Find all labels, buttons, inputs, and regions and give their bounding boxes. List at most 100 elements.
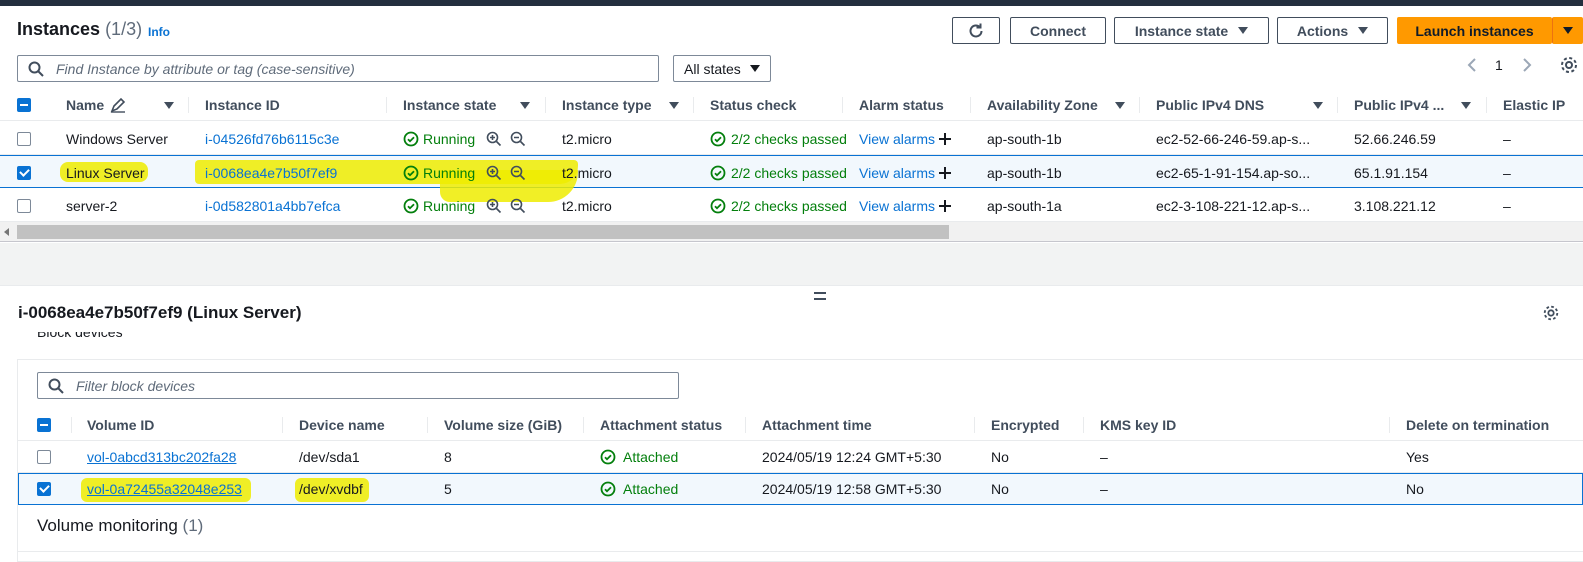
sort-icon[interactable]	[520, 89, 530, 121]
plus-icon[interactable]	[938, 156, 952, 189]
instance-id-link[interactable]: i-0d582801a4bb7efca	[205, 189, 340, 222]
column-divider[interactable]	[545, 97, 546, 113]
select-all-checkbox[interactable]	[17, 89, 31, 121]
info-link[interactable]: Info	[148, 25, 170, 39]
column-divider[interactable]	[745, 417, 746, 433]
column-divider[interactable]	[71, 417, 72, 433]
plus-icon[interactable]	[938, 189, 952, 222]
drag-handle-icon[interactable]	[813, 291, 827, 301]
volume-row-selected[interactable]: vol-0a72455a32048e253 /dev/xvdbf 5 Attac…	[18, 473, 1583, 505]
col-device-name[interactable]: Device name	[299, 409, 385, 441]
row-checkbox[interactable]	[17, 156, 31, 189]
public-ipv4: 52.66.246.59	[1354, 130, 1436, 147]
status-check: 2/2 checks passed	[710, 122, 847, 155]
column-divider[interactable]	[1389, 417, 1390, 433]
column-divider[interactable]	[693, 97, 694, 113]
col-volume-size[interactable]: Volume size (GiB)	[444, 409, 562, 441]
column-divider[interactable]	[970, 97, 971, 113]
zoom-in-icon[interactable]	[486, 122, 502, 155]
table-row[interactable]: Windows Server i-04526fd76b6115c3e Runni…	[0, 122, 1583, 155]
col-attachment-time[interactable]: Attachment time	[762, 409, 872, 441]
col-instance-state[interactable]: Instance state	[403, 89, 496, 121]
select-all-checkbox[interactable]	[37, 409, 51, 441]
connect-button[interactable]: Connect	[1010, 17, 1106, 44]
col-availability-zone[interactable]: Availability Zone	[987, 89, 1098, 121]
volume-id-link[interactable]: vol-0abcd313bc202fa28	[87, 441, 236, 472]
column-divider[interactable]	[1083, 417, 1084, 433]
next-page-icon[interactable]	[1521, 57, 1533, 73]
column-divider[interactable]	[1337, 97, 1338, 113]
zoom-in-icon[interactable]	[486, 156, 502, 189]
scroll-left-icon[interactable]	[4, 228, 9, 236]
gear-icon[interactable]	[1559, 55, 1579, 75]
elastic-ip: –	[1503, 130, 1511, 147]
section-toggle[interactable]: Block devices	[0, 332, 1583, 346]
plus-icon[interactable]	[938, 122, 952, 155]
col-volume-id[interactable]: Volume ID	[87, 409, 154, 441]
col-kms-key[interactable]: KMS key ID	[1100, 409, 1176, 441]
row-checkbox[interactable]	[17, 122, 31, 155]
sort-icon[interactable]	[1313, 89, 1323, 121]
table-row[interactable]: server-2 i-0d582801a4bb7efca Running t2.…	[0, 189, 1583, 222]
col-public-ipv4[interactable]: Public IPv4 ...	[1354, 89, 1444, 121]
column-divider[interactable]	[386, 97, 387, 113]
row-checkbox[interactable]	[17, 189, 31, 222]
zoom-in-icon[interactable]	[486, 189, 502, 222]
attachment-time: 2024/05/19 12:24 GMT+5:30	[762, 448, 942, 465]
col-status-check[interactable]: Status check	[710, 89, 796, 121]
col-elastic-ip[interactable]: Elastic IP	[1503, 89, 1565, 121]
view-alarms-link[interactable]: View alarms	[859, 189, 935, 222]
sort-icon[interactable]	[1461, 89, 1471, 121]
filter-input[interactable]	[74, 376, 673, 395]
volume-row[interactable]: vol-0abcd313bc202fa28 /dev/sda1 8 Attach…	[18, 441, 1583, 473]
row-checkbox[interactable]	[37, 474, 51, 504]
horizontal-scrollbar[interactable]	[0, 222, 1583, 242]
actions-button[interactable]: Actions	[1277, 17, 1388, 44]
launch-instances-button[interactable]: Launch instances	[1397, 17, 1552, 44]
instance-search[interactable]	[17, 55, 659, 82]
instance-id-link[interactable]: i-04526fd76b6115c3e	[205, 122, 339, 155]
block-devices-filter[interactable]	[37, 372, 679, 399]
column-divider[interactable]	[1486, 97, 1487, 113]
column-divider[interactable]	[188, 97, 189, 113]
zoom-out-icon[interactable]	[510, 156, 526, 189]
zoom-out-icon[interactable]	[510, 189, 526, 222]
device-name: /dev/xvdbf	[299, 481, 363, 497]
column-divider[interactable]	[282, 417, 283, 433]
sort-icon[interactable]	[164, 89, 174, 121]
table-row-selected[interactable]: Linux Server i-0068ea4e7b50f7ef9 Running…	[0, 155, 1583, 202]
device-name: /dev/sda1	[299, 448, 360, 465]
volume-id-link[interactable]: vol-0a72455a32048e253	[87, 474, 242, 504]
col-instance-id[interactable]: Instance ID	[205, 89, 280, 121]
page-number[interactable]: 1	[1495, 57, 1503, 73]
col-alarm-status[interactable]: Alarm status	[859, 89, 944, 121]
row-checkbox[interactable]	[37, 441, 51, 472]
scrollbar-thumb[interactable]	[17, 225, 949, 239]
col-instance-type[interactable]: Instance type	[562, 89, 651, 121]
prev-page-icon[interactable]	[1466, 57, 1478, 73]
encrypted: No	[991, 481, 1009, 497]
col-encrypted[interactable]: Encrypted	[991, 409, 1059, 441]
zoom-out-icon[interactable]	[510, 122, 526, 155]
col-public-dns[interactable]: Public IPv4 DNS	[1156, 89, 1264, 121]
instance-id-link[interactable]: i-0068ea4e7b50f7ef9	[205, 156, 337, 189]
instance-state-button[interactable]: Instance state	[1114, 17, 1269, 44]
column-divider[interactable]	[427, 417, 428, 433]
column-divider[interactable]	[583, 417, 584, 433]
refresh-button[interactable]	[952, 17, 1000, 44]
col-attachment-status[interactable]: Attachment status	[600, 409, 722, 441]
state-filter-select[interactable]: All states	[673, 55, 771, 82]
col-delete-on-termination[interactable]: Delete on termination	[1406, 409, 1549, 441]
view-alarms-link[interactable]: View alarms	[859, 156, 935, 189]
column-divider[interactable]	[842, 97, 843, 113]
instance-type: t2.micro	[562, 164, 612, 181]
search-input[interactable]	[54, 59, 653, 78]
sort-icon[interactable]	[1115, 89, 1125, 121]
sort-icon[interactable]	[669, 89, 679, 121]
gear-icon[interactable]	[1542, 304, 1560, 322]
column-divider[interactable]	[974, 417, 975, 433]
launch-dropdown-button[interactable]	[1552, 17, 1583, 44]
col-name[interactable]: Name	[66, 89, 126, 121]
view-alarms-link[interactable]: View alarms	[859, 122, 935, 155]
column-divider[interactable]	[1139, 97, 1140, 113]
